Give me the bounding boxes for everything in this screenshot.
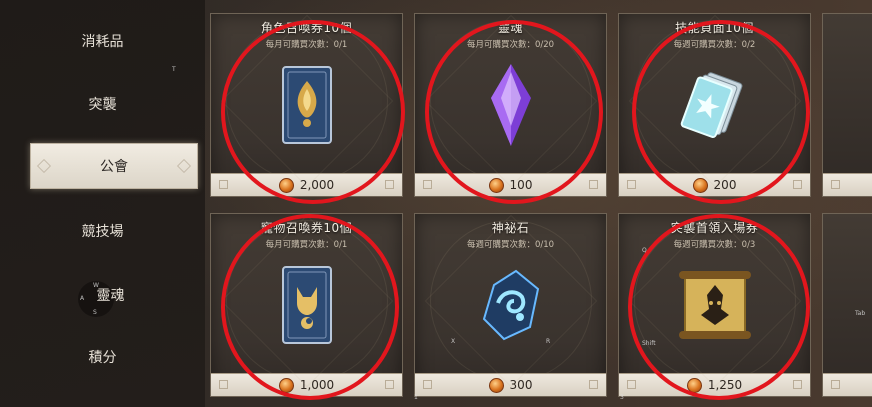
pet-summon-ticket-icon <box>281 266 332 344</box>
key-hint-q: Q <box>642 247 647 254</box>
item-price: 100 <box>509 178 533 192</box>
key-hint-x: X <box>451 338 456 345</box>
diamond-ornament-icon <box>176 158 192 174</box>
character-summon-ticket-icon <box>281 66 332 144</box>
corner-ornament-icon <box>627 180 636 189</box>
shop-item-card[interactable]: 技能頁面10個 每週可購買次數：0/2 200 <box>618 13 811 197</box>
guild-coin-icon <box>488 377 504 393</box>
item-title: 神祕石 <box>491 221 530 235</box>
item-price: 2,000 <box>299 178 335 192</box>
item-title: 寵物召喚券10個 <box>260 221 353 235</box>
sidebar-item-raid[interactable]: 突襲 <box>0 81 205 127</box>
price-bar: 1,000 <box>211 373 402 396</box>
corner-ornament-icon <box>385 380 394 389</box>
item-title: 突襲首領入場券 <box>670 221 759 235</box>
corner-ornament-icon <box>423 380 432 389</box>
guild-coin-icon <box>488 177 504 193</box>
sidebar-item-consumables[interactable]: 消耗品 <box>0 18 205 64</box>
sidebar-item-label: 消耗品 <box>81 34 124 50</box>
sidebar-item-label: 公會 <box>100 159 128 175</box>
sidebar-item-label: 靈魂 <box>96 288 125 304</box>
corner-ornament-icon <box>831 380 840 389</box>
sidebar-item-arena[interactable]: 競技場 <box>0 208 205 254</box>
key-hint-3: 3 <box>620 394 624 401</box>
sidebar-item-label: 積分 <box>88 350 117 366</box>
raid-boss-scroll-icon <box>678 271 751 339</box>
purchase-limit: 每週可購買次數：0/2 <box>673 40 756 50</box>
purchase-limit: 每週可購買次數：0/3 <box>673 240 756 250</box>
item-title: 技能頁面10個 <box>675 21 754 35</box>
shop-category-sidebar: 消耗品 T 突襲 公會 競技場 W A S 靈魂 積分 <box>0 0 205 407</box>
sidebar-item-label: 突襲 <box>88 97 117 113</box>
diamond-ornament-icon <box>36 158 52 174</box>
soul-crystal-icon <box>490 64 531 146</box>
item-title: 靈魂 <box>497 21 523 35</box>
key-hint-shift: Shift <box>642 340 656 347</box>
corner-ornament-icon <box>627 380 636 389</box>
item-price: 1,000 <box>299 378 335 392</box>
shop-item-card[interactable]: 角色召喚券10個 每月可購買次數：0/1 2,000 <box>210 13 403 197</box>
shop-item-card-partial[interactable] <box>822 13 872 197</box>
price-bar: 100 <box>415 173 606 196</box>
sidebar-item-points[interactable]: 積分 <box>0 334 205 380</box>
key-hint-1: 1 <box>414 394 418 401</box>
purchase-limit: 每月可購買次數：0/1 <box>265 40 348 50</box>
key-hint-r: R <box>546 338 551 345</box>
price-bar <box>823 173 872 196</box>
price-bar: 2,000 <box>211 173 402 196</box>
corner-ornament-icon <box>219 380 228 389</box>
item-price: 300 <box>509 378 533 392</box>
key-hint-t: T <box>172 66 176 73</box>
purchase-limit: 每月可購買次數：0/1 <box>265 240 348 250</box>
shop-item-card[interactable]: 神祕石 每週可購買次數：0/10 300 <box>414 213 607 397</box>
corner-ornament-icon <box>589 380 598 389</box>
item-price: 1,250 <box>707 378 743 392</box>
corner-ornament-icon <box>219 180 228 189</box>
corner-ornament-icon <box>831 180 840 189</box>
sidebar-item-guild[interactable]: 公會 <box>30 143 198 189</box>
corner-ornament-icon <box>793 180 802 189</box>
shop-item-card[interactable]: 突襲首領入場券 每週可購買次數：0/3 1,250 <box>618 213 811 397</box>
mystic-stone-icon <box>482 269 539 341</box>
corner-ornament-icon <box>423 180 432 189</box>
item-title: 角色召喚券10個 <box>260 21 353 35</box>
guild-coin-icon <box>686 377 702 393</box>
key-hint-tab: Tab <box>855 310 866 317</box>
price-bar: 1,250 <box>619 373 810 396</box>
shop-item-card[interactable]: 靈魂 每月可購買次數：0/20 100 <box>414 13 607 197</box>
purchase-limit: 每週可購買次數：0/10 <box>466 240 555 250</box>
price-bar <box>823 373 872 396</box>
guild-coin-icon <box>278 177 294 193</box>
price-bar: 200 <box>619 173 810 196</box>
guild-coin-icon <box>692 177 708 193</box>
purchase-limit: 每月可購買次數：0/20 <box>466 40 555 50</box>
shop-item-card-partial[interactable] <box>822 213 872 397</box>
corner-ornament-icon <box>793 380 802 389</box>
guild-coin-icon <box>278 377 294 393</box>
corner-ornament-icon <box>589 180 598 189</box>
price-bar: 300 <box>415 373 606 396</box>
sidebar-item-label: 競技場 <box>81 224 124 240</box>
skill-page-cards-icon <box>680 72 742 139</box>
shop-item-card[interactable]: 寵物召喚券10個 每月可購買次數：0/1 1,000 <box>210 213 403 397</box>
item-price: 200 <box>713 178 737 192</box>
corner-ornament-icon <box>385 180 394 189</box>
sidebar-item-soul[interactable]: 靈魂 <box>8 272 213 318</box>
